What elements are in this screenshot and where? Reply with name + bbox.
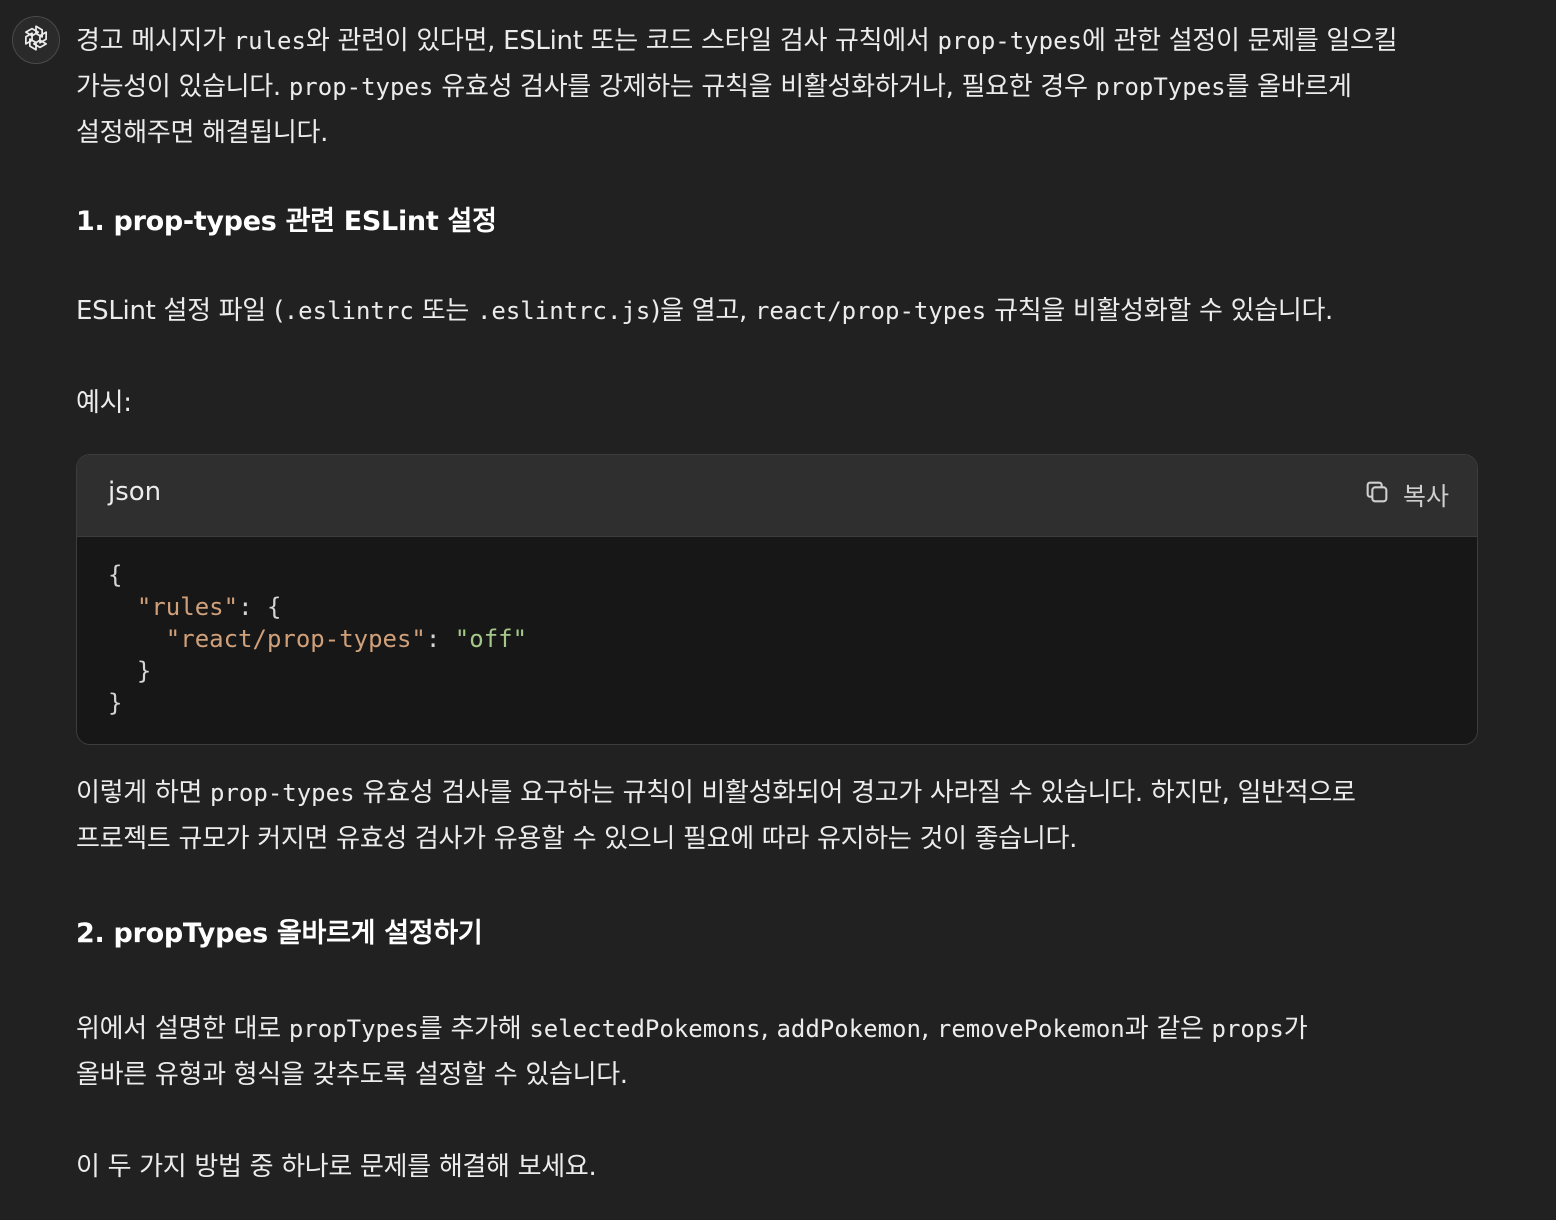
code-token: } <box>108 657 152 685</box>
inline-code: prop-types <box>288 73 434 101</box>
section-2-heading: 2. propTypes 올바르게 설정하기 <box>76 918 483 949</box>
text-run: 위에서 설명한 대로 <box>76 1014 289 1044</box>
text-run: 올바른 유형과 형식을 갖추도록 설정할 수 있습니다. <box>76 1060 628 1090</box>
inline-code: props <box>1211 1015 1284 1043</box>
example-label: 예시: <box>76 388 132 418</box>
code-block: json 복사 { "rules": { "react/prop-types":… <box>76 454 1478 745</box>
code-token: } <box>108 689 123 717</box>
openai-logo-icon <box>20 22 52 58</box>
after-code-line-2: 프로젝트 규모가 커지면 유효성 검사가 유용할 수 있으니 필요에 따라 유지… <box>76 816 1516 862</box>
code-token: : <box>425 625 455 653</box>
text-run: 또는 <box>413 296 477 326</box>
code-line: } <box>108 655 527 687</box>
text-run: 가능성이 있습니다. <box>76 72 289 102</box>
text-run: 과 같은 <box>1124 1014 1212 1044</box>
text-run: 유효성 검사를 요구하는 규칙이 비활성화되어 경고가 사라질 수 있습니다. … <box>354 778 1356 808</box>
section-1-body: ESLint 설정 파일 (.eslintrc 또는 .eslintrc.js)… <box>76 288 1516 334</box>
inline-code: rules <box>233 27 306 55</box>
text-run: 경고 메시지가 <box>76 26 234 56</box>
code-block-header: json 복사 <box>77 455 1477 537</box>
code-line: } <box>108 687 527 719</box>
copy-button[interactable]: 복사 <box>1363 477 1449 513</box>
inline-code: prop-types <box>937 27 1082 55</box>
code-token: "react/prop-types" <box>165 625 426 653</box>
code-token: { <box>108 561 123 589</box>
intro-line-3: 설정해주면 해결됩니다. <box>76 110 1516 156</box>
inline-code: removePokemon <box>936 1015 1125 1043</box>
text-run: 규칙을 비활성화할 수 있습니다. <box>986 296 1334 326</box>
code-language-label: json <box>108 477 162 507</box>
code-token: "off" <box>454 625 528 653</box>
closing-line: 이 두 가지 방법 중 하나로 문제를 해결해 보세요. <box>76 1152 597 1182</box>
section-2-line-2: 올바른 유형과 형식을 갖추도록 설정할 수 있습니다. <box>76 1052 1516 1098</box>
section-2-line-1: 위에서 설명한 대로 propTypes를 추가해 selectedPokemo… <box>76 1006 1516 1052</box>
intro-line-1: 경고 메시지가 rules와 관련이 있다면, ESLint 또는 코드 스타일… <box>76 18 1516 64</box>
code-token: "rules" <box>136 593 239 621</box>
code-token: : { <box>238 593 282 621</box>
section-2-paragraph: 위에서 설명한 대로 propTypes를 추가해 selectedPokemo… <box>76 1006 1516 1098</box>
text-run: 를 추가해 <box>418 1014 530 1044</box>
assistant-message: 경고 메시지가 rules와 관련이 있다면, ESLint 또는 코드 스타일… <box>76 14 1516 426</box>
text-run: 이렇게 하면 <box>76 778 211 808</box>
after-code-paragraph: 이렇게 하면 prop-types 유효성 검사를 요구하는 규칙이 비활성화되… <box>76 770 1516 862</box>
inline-code: react/prop-types <box>754 297 987 325</box>
text-run: 프로젝트 규모가 커지면 유효성 검사가 유용할 수 있으니 필요에 따라 유지… <box>76 824 1078 854</box>
after-code-line-1: 이렇게 하면 prop-types 유효성 검사를 요구하는 규칙이 비활성화되… <box>76 770 1516 816</box>
copy-label: 복사 <box>1402 482 1449 511</box>
intro-line-2: 가능성이 있습니다. prop-types 유효성 검사를 강제하는 규칙을 비… <box>76 64 1516 110</box>
text-run: 유효성 검사를 강제하는 규칙을 비활성화하거나, 필요한 경우 <box>433 72 1096 102</box>
text-run: ESLint 설정 파일 ( <box>76 296 284 326</box>
text-run: 를 올바르게 <box>1225 72 1352 102</box>
text-run: , <box>760 1014 777 1044</box>
code-line: { <box>108 559 527 591</box>
inline-code: selectedPokemons <box>529 1015 761 1043</box>
text-run: )을 열고, <box>650 296 755 326</box>
assistant-avatar <box>12 16 60 64</box>
inline-code: .eslintrc <box>283 297 414 325</box>
assistant-message-continued: 이렇게 하면 prop-types 유효성 검사를 요구하는 규칙이 비활성화되… <box>76 770 1516 1190</box>
text-run: 와 관련이 있다면, ESLint 또는 코드 스타일 검사 규칙에서 <box>305 26 938 56</box>
inline-code: .eslintrc.js <box>476 297 651 325</box>
code-content: { "rules": { "react/prop-types": "off" }… <box>108 559 527 719</box>
text-run: 에 관한 설정이 문제를 일으킬 <box>1081 26 1398 56</box>
text-run: 가 <box>1283 1014 1308 1044</box>
inline-code: propTypes <box>288 1015 419 1043</box>
intro-paragraph: 경고 메시지가 rules와 관련이 있다면, ESLint 또는 코드 스타일… <box>76 18 1516 156</box>
text-run: , <box>920 1014 937 1044</box>
inline-code: addPokemon <box>776 1015 921 1043</box>
inline-code: prop-types <box>210 779 355 807</box>
text-run: 설정해주면 해결됩니다. <box>76 118 329 148</box>
inline-code: propTypes <box>1095 73 1226 101</box>
copy-icon <box>1363 478 1391 512</box>
code-line: "react/prop-types": "off" <box>108 623 527 655</box>
section-1-heading: 1. prop-types 관련 ESLint 설정 <box>76 206 497 237</box>
code-line: "rules": { <box>108 591 527 623</box>
